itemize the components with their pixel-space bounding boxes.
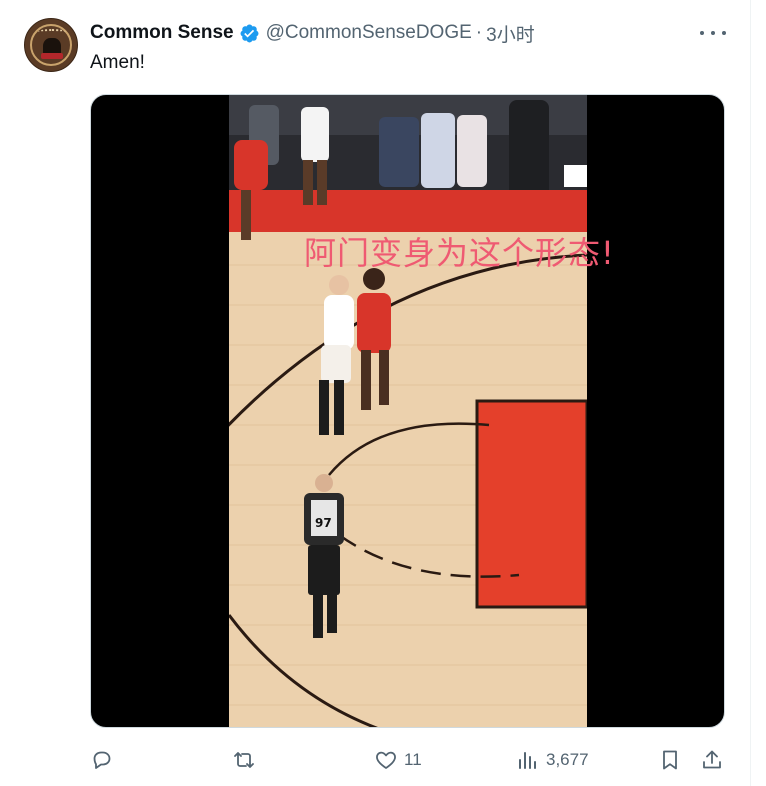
share-icon: [703, 750, 721, 769]
author-display-name[interactable]: Common Sense: [90, 22, 234, 44]
views-button[interactable]: 3,677: [516, 740, 589, 780]
views-chart-icon: [519, 752, 536, 769]
tweet-text: Amen!: [90, 52, 145, 73]
video-overlay-caption: 阿门变身为这个形态!: [304, 234, 615, 272]
bandana-icon: [41, 53, 63, 59]
tweet-actions-bar: 11 3,677: [0, 740, 766, 780]
tweet-video[interactable]: 97 阿门变身为这个形态!: [90, 94, 725, 728]
verified-badge-icon[interactable]: [239, 23, 260, 44]
timeline-divider: [750, 0, 751, 786]
views-count: 3,677: [546, 750, 589, 769]
heart-icon: [376, 751, 396, 769]
tweet-timestamp[interactable]: 3小时: [486, 20, 535, 47]
tweet-header: Common Sense @CommonSenseDOGE · 3小时: [90, 20, 535, 47]
more-options-icon[interactable]: [700, 26, 726, 40]
author-avatar[interactable]: [24, 18, 78, 72]
author-handle[interactable]: @CommonSenseDOGE: [266, 22, 472, 44]
tweet-card[interactable]: Common Sense @CommonSenseDOGE · 3小时 Amen…: [0, 0, 766, 786]
bookmark-icon: [663, 750, 677, 770]
separator-dot: ·: [475, 22, 483, 43]
share-button[interactable]: [700, 740, 724, 780]
reply-button[interactable]: [90, 740, 114, 780]
avatar-lettering-arc: [38, 29, 66, 35]
like-button[interactable]: 11: [374, 740, 422, 780]
reply-icon: [93, 751, 111, 769]
retweet-button[interactable]: [232, 740, 256, 780]
referee-number: 97: [315, 516, 332, 530]
video-frame[interactable]: 97: [229, 95, 587, 727]
retweet-icon: [234, 752, 254, 768]
like-count: 11: [404, 750, 422, 769]
bookmark-button[interactable]: [658, 740, 682, 780]
